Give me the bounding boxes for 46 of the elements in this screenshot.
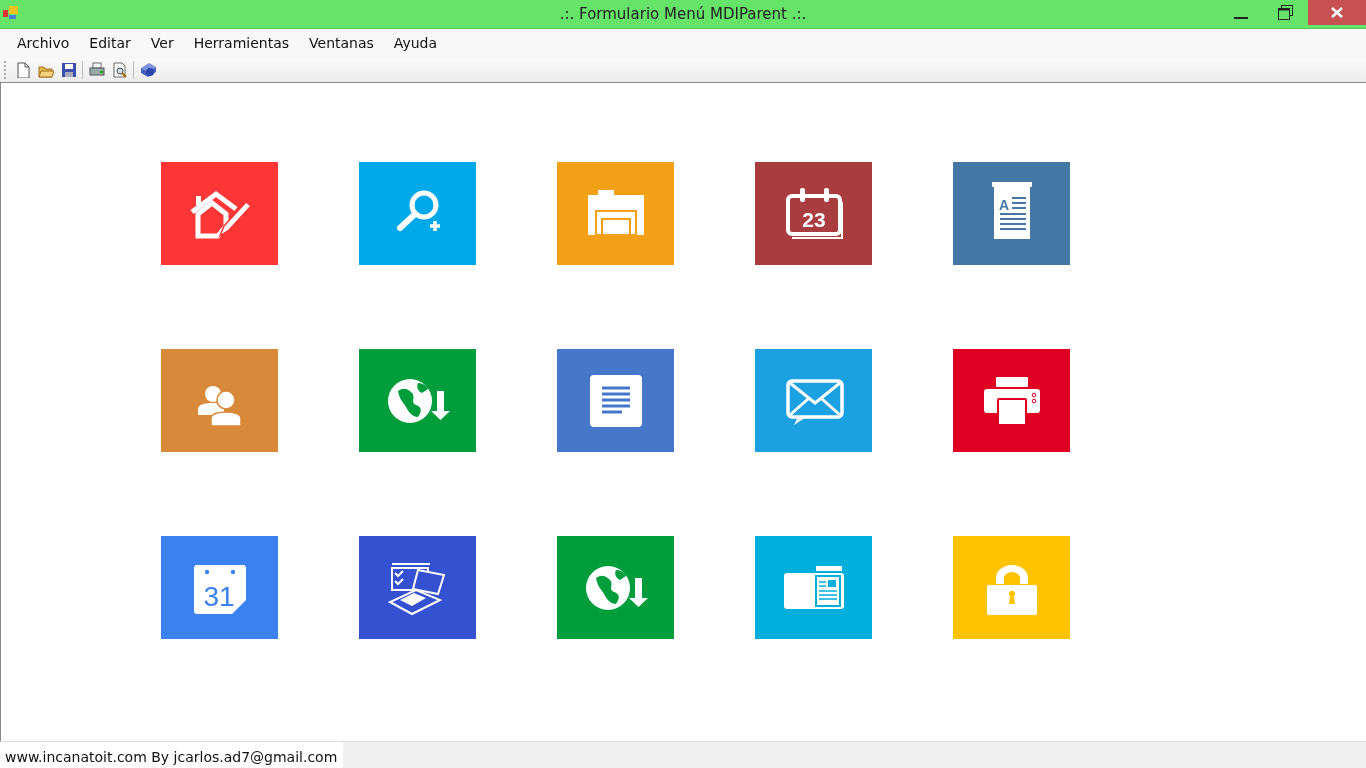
globe-download-icon bbox=[585, 565, 648, 610]
letter-text: A bbox=[998, 196, 1009, 213]
people-icon bbox=[197, 385, 242, 427]
menu-item[interactable]: Ayuda bbox=[383, 28, 448, 59]
tile-button[interactable] bbox=[953, 536, 1070, 639]
globe-download-icon bbox=[387, 378, 450, 423]
folder-card-icon bbox=[783, 565, 844, 609]
house-pencil-icon bbox=[190, 190, 252, 238]
calendar-icon bbox=[785, 187, 843, 239]
day-number: 23 bbox=[801, 207, 826, 231]
tile-button[interactable] bbox=[755, 349, 872, 452]
magnifier-plus-icon bbox=[396, 190, 442, 233]
note-icon bbox=[589, 374, 642, 427]
status-text: www.incanatoit.com By jcarlos.ad7@gmail.com bbox=[0, 742, 344, 768]
menu-item[interactable]: Editar bbox=[79, 28, 141, 59]
window-title: .:. Formulario Menú MDIParent .:. bbox=[559, 4, 807, 25]
tile-button[interactable] bbox=[359, 536, 476, 639]
tile-button[interactable]: 31 bbox=[161, 536, 278, 639]
minimize-icon bbox=[1233, 16, 1248, 19]
menu-item[interactable]: Archivo bbox=[7, 28, 80, 59]
envelope-chat-icon bbox=[785, 378, 844, 425]
tile-button[interactable]: 23 bbox=[755, 162, 872, 265]
tile-button[interactable] bbox=[557, 349, 674, 452]
tile-button[interactable]: A bbox=[953, 162, 1070, 265]
tile-button[interactable] bbox=[359, 349, 476, 452]
checklist-laptop-icon bbox=[387, 562, 445, 615]
close-icon bbox=[1331, 7, 1343, 18]
menu-item[interactable]: Ventanas bbox=[299, 28, 384, 59]
tile-button[interactable] bbox=[359, 162, 476, 265]
padlock-icon bbox=[986, 564, 1037, 615]
tile-button[interactable] bbox=[557, 162, 674, 265]
tile-button[interactable] bbox=[161, 349, 278, 452]
tile-button[interactable] bbox=[755, 536, 872, 639]
menu-item[interactable]: Herramientas bbox=[183, 28, 300, 59]
document-icon bbox=[991, 181, 1032, 239]
close-button[interactable] bbox=[1308, 0, 1366, 25]
folder-icon bbox=[587, 189, 644, 236]
restore-icon bbox=[1278, 5, 1293, 20]
tile-button[interactable] bbox=[953, 349, 1070, 452]
day-number: 31 bbox=[202, 580, 235, 612]
calendar-icon bbox=[193, 564, 246, 614]
menu-item[interactable]: Ver bbox=[140, 28, 184, 59]
tile-button[interactable] bbox=[161, 162, 278, 265]
printer-icon bbox=[983, 376, 1040, 426]
app-icon bbox=[3, 6, 20, 21]
tile-button[interactable] bbox=[557, 536, 674, 639]
